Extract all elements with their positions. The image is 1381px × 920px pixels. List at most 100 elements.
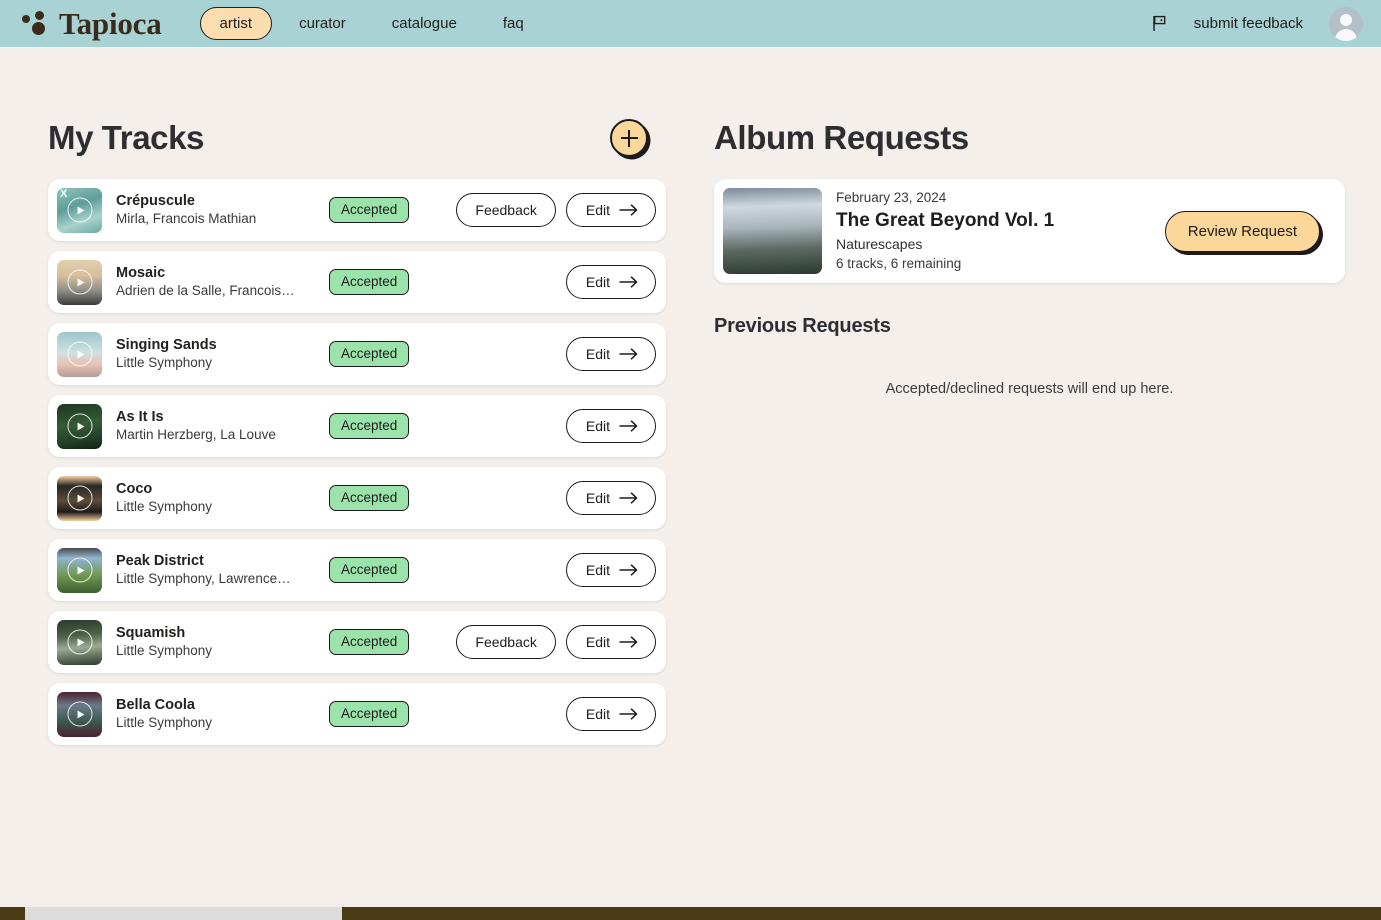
request-date: February 23, 2024 [836,189,947,205]
edit-button[interactable]: Edit [565,553,656,587]
track-meta: Peak District Little Symphony, Lawrence… [116,552,329,588]
track-thumbnail[interactable] [57,331,102,377]
arrow-right-icon [619,636,638,648]
edit-button-label: Edit [585,274,610,290]
track-artists: Little Symphony [116,715,213,731]
play-icon[interactable] [67,197,92,223]
status-badge: Accepted [329,196,410,224]
arrow-right-icon [619,708,638,720]
play-icon[interactable] [67,629,92,655]
track-row[interactable]: Squamish Little Symphony Accepted Feedba… [48,611,666,673]
flag-icon[interactable] [1152,15,1168,32]
edit-button-label: Edit [585,706,610,722]
nav-tab-curator[interactable]: curator [280,7,365,40]
play-icon[interactable] [67,557,92,583]
track-meta: Mosaic Adrien de la Salle, Francois… [116,264,329,300]
horizontal-scrollbar-thumb[interactable] [25,907,342,920]
add-track-button[interactable] [610,119,648,157]
track-meta: Bella Coola Little Symphony [116,696,329,732]
user-avatar[interactable] [1329,6,1363,41]
track-thumbnail[interactable] [57,691,102,737]
edit-button[interactable]: Edit [565,337,656,371]
brand-logo[interactable]: Tapioca [22,8,162,39]
play-icon[interactable] [67,269,92,295]
album-requests-panel: Album Requests February 23, 2024 The Gre… [700,47,1381,755]
track-row[interactable]: Bella Coola Little Symphony Accepted Edi… [48,683,666,745]
track-status-wrap: Accepted [329,628,449,656]
remove-track-icon[interactable]: X [60,188,67,200]
tapioca-dots-icon [22,10,50,37]
track-status-wrap: Accepted [329,196,449,224]
track-meta: Coco Little Symphony [116,480,329,516]
track-row[interactable]: Peak District Little Symphony, Lawrence…… [48,539,666,601]
edit-button[interactable]: Edit [565,481,656,515]
edit-button[interactable]: Edit [565,193,656,227]
track-title: Peak District [116,553,204,570]
track-title: As It Is [116,409,164,426]
track-title: Coco [116,481,153,498]
track-meta: Singing Sands Little Symphony [116,336,329,372]
request-curator: Naturescapes [836,235,923,252]
track-status-wrap: Accepted [329,412,449,440]
track-meta: As It Is Martin Herzberg, La Louve [116,408,329,444]
horizontal-scrollbar[interactable] [0,907,1381,920]
nav-tab-catalogue[interactable]: catalogue [373,7,476,40]
track-thumbnail[interactable] [57,475,102,521]
track-row-actions: Edit [565,409,656,443]
avatar-body-icon [1335,28,1357,41]
play-icon[interactable] [67,701,92,727]
track-title: Singing Sands [116,337,217,354]
track-status-wrap: Accepted [329,340,449,368]
nav-tab-faq[interactable]: faq [484,7,543,40]
feedback-button[interactable]: Feedback [456,625,556,659]
track-row[interactable]: Singing Sands Little Symphony Accepted E… [48,323,666,385]
track-artists: Mirla, Francois Mathian [116,211,257,227]
track-artists: Little Symphony [116,643,213,659]
play-icon[interactable] [67,485,92,511]
submit-feedback-link[interactable]: submit feedback [1194,15,1303,32]
main-nav: artist curator catalogue faq [199,7,543,40]
my-tracks-panel: My Tracks X Crépuscule Mirla, Francois M… [0,47,700,755]
status-badge: Accepted [329,700,410,728]
brand-name: Tapioca [59,6,162,41]
track-thumbnail[interactable] [57,619,102,665]
status-badge: Accepted [329,412,410,440]
status-badge: Accepted [329,628,410,656]
nav-tab-artist[interactable]: artist [199,7,273,40]
edit-button[interactable]: Edit [565,409,656,443]
album-request-card[interactable]: February 23, 2024 The Great Beyond Vol. … [714,179,1345,283]
track-status-wrap: Accepted [329,700,449,728]
track-row-actions: Edit [565,481,656,515]
edit-button-label: Edit [585,418,610,434]
track-row[interactable]: Coco Little Symphony Accepted Edit [48,467,666,529]
edit-button[interactable]: Edit [565,265,656,299]
edit-button-label: Edit [585,634,610,650]
track-status-wrap: Accepted [329,484,449,512]
track-row[interactable]: Mosaic Adrien de la Salle, Francois… Acc… [48,251,666,313]
track-thumbnail[interactable]: X [57,187,102,233]
track-title: Mosaic [116,265,166,282]
track-row[interactable]: As It Is Martin Herzberg, La Louve Accep… [48,395,666,457]
track-row-actions: Feedback Edit [456,625,656,659]
track-thumbnail[interactable] [57,403,102,449]
page-title: My Tracks [48,119,205,156]
album-artwork [723,188,822,274]
track-meta: Crépuscule Mirla, Francois Mathian [116,192,329,228]
track-thumbnail[interactable] [57,259,102,305]
album-request-info: February 23, 2024 The Great Beyond Vol. … [836,188,1054,274]
track-list: X Crépuscule Mirla, Francois Mathian Acc… [48,179,666,745]
avatar-head-icon [1340,13,1352,26]
feedback-button[interactable]: Feedback [456,193,556,227]
review-request-button[interactable]: Review Request [1164,210,1320,252]
play-icon[interactable] [67,413,92,439]
edit-button[interactable]: Edit [565,697,656,731]
track-thumbnail[interactable] [57,547,102,593]
track-artists: Martin Herzberg, La Louve [116,427,276,443]
plus-icon-vertical [628,129,630,147]
track-row-actions: Edit [565,265,656,299]
top-navigation-bar: Tapioca artist curator catalogue faq sub… [0,0,1381,47]
play-icon[interactable] [67,341,92,367]
track-row[interactable]: X Crépuscule Mirla, Francois Mathian Acc… [48,179,666,241]
track-row-actions: Edit [565,337,656,371]
edit-button[interactable]: Edit [565,625,656,659]
